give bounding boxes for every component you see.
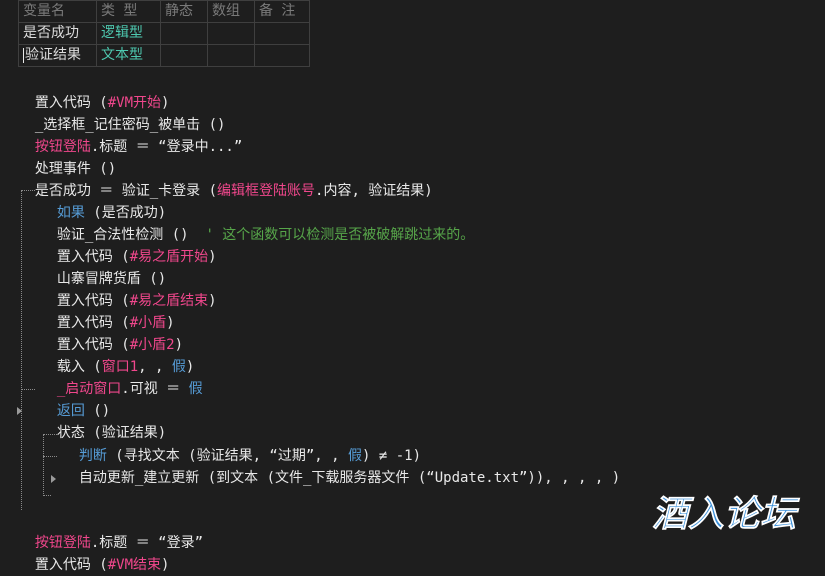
code-text: )	[208, 293, 217, 309]
return-guide-tick	[21, 389, 35, 390]
switch-guide-tick	[43, 456, 57, 457]
var-note-cell[interactable]	[254, 22, 310, 45]
code-line[interactable]: 状态 (验证结果)	[40, 400, 166, 441]
expand-arrow-icon[interactable]	[17, 407, 22, 415]
code-line[interactable]: _启动窗口.可视 ＝ 假	[40, 356, 203, 397]
var-type-cell[interactable]: 逻辑型	[96, 22, 161, 45]
code-line[interactable]: 置入代码 (#小盾)	[40, 290, 175, 331]
switch-end-tick	[43, 495, 51, 496]
code-line[interactable]: 置入代码 (#VM开始)	[18, 70, 170, 111]
code-line[interactable]: _选择框_记住密码_被单击 ()	[18, 92, 226, 133]
table-row: 验证结果 文本型	[18, 44, 310, 67]
code-constant: #VM结束	[107, 557, 162, 573]
code-line[interactable]: 置入代码 (#易之盾结束)	[40, 268, 217, 309]
table-row: 是否成功 逻辑型	[18, 22, 310, 45]
var-static-cell[interactable]	[160, 44, 208, 67]
code-line[interactable]: 处理事件 ()	[18, 136, 116, 177]
expand-arrow-icon[interactable]	[51, 475, 56, 483]
code-line[interactable]: 置入代码 (#VM结束)	[18, 532, 170, 573]
col-header-note[interactable]: 备 注	[254, 0, 310, 23]
code-line[interactable]: 按钮登陆.标题 ＝ “登录中...”	[18, 114, 242, 155]
code-line[interactable]: 是否成功 ＝ 验证_卡登录 (编辑框登陆账号.内容, 验证结果)	[18, 158, 433, 199]
col-header-name[interactable]: 变量名	[18, 0, 97, 23]
var-note-cell[interactable]	[254, 44, 310, 67]
var-static-cell[interactable]	[160, 22, 208, 45]
text-cursor	[23, 47, 24, 63]
var-array-cell[interactable]	[207, 44, 255, 67]
code-line[interactable]: 山寨冒牌货盾 ()	[40, 246, 166, 287]
code-line[interactable]: 如果 (是否成功)	[40, 180, 166, 221]
col-header-array[interactable]: 数组	[207, 0, 255, 23]
var-type-cell[interactable]: 文本型	[96, 44, 161, 67]
variable-table-header: 变量名 类 型 静态 数组 备 注	[18, 0, 310, 23]
code-line[interactable]: 自动更新_建立更新 (到文本 (文件_下载服务器文件 (“Update.txt”…	[62, 445, 620, 486]
var-name-cell[interactable]: 验证结果	[18, 44, 97, 67]
forum-watermark-logo: 酒入论坛	[652, 494, 801, 536]
code-line[interactable]: 置入代码 (#易之盾开始)	[40, 224, 217, 265]
code-text: 自动更新_建立更新 (到文本 (文件_下载服务器文件 (“Update.txt”…	[78, 470, 621, 486]
code-text: )	[161, 557, 170, 573]
if-guide-line	[21, 190, 22, 510]
code-component: 编辑框登陆账号	[217, 183, 316, 199]
code-keyword: 假	[188, 381, 203, 397]
col-header-type[interactable]: 类 型	[96, 0, 161, 23]
code-line[interactable]: 按钮登陆.标题 ＝ “登录”	[18, 510, 203, 551]
variable-table: 变量名 类 型 静态 数组 备 注 是否成功 逻辑型 验证结果 文本型	[18, 0, 310, 67]
code-text: .可视 ＝	[121, 381, 189, 397]
code-text: )	[208, 249, 217, 265]
code-line[interactable]: 验证_合法性检测 () ' 这个函数可以检测是否被破解跳过来的。	[40, 202, 474, 243]
code-line[interactable]: 返回 ()	[40, 378, 110, 419]
watermark-text: 酒入论坛	[652, 494, 800, 535]
code-text: .内容, 验证结果)	[315, 183, 433, 199]
code-text: 置入代码 (	[34, 557, 108, 573]
code-line[interactable]: 置入代码 (#小盾2)	[40, 312, 183, 353]
code-line[interactable]: 判断 (寻找文本 (验证结果, “过期”, , 假) ≠ -1)	[62, 423, 421, 464]
var-array-cell[interactable]	[207, 22, 255, 45]
var-name-text: 验证结果	[25, 47, 81, 63]
code-comment: ' 这个函数可以检测是否被破解跳过来的。	[205, 227, 475, 243]
code-line[interactable]: 载入 (窗口1, , 假)	[40, 334, 194, 375]
col-header-static[interactable]: 静态	[160, 0, 208, 23]
var-name-cell[interactable]: 是否成功	[18, 22, 97, 45]
